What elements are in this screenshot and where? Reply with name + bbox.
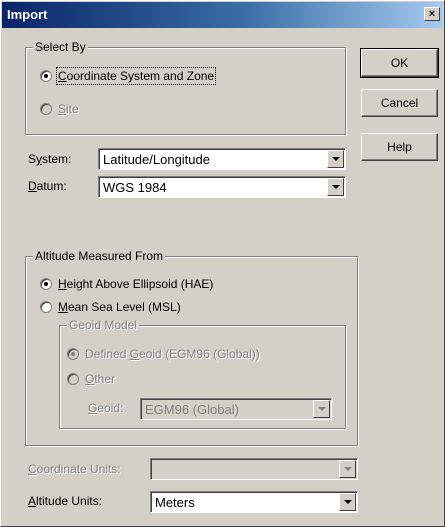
altitude-units-value: Meters — [155, 495, 195, 510]
radio-msl-label: Mean Sea Level (MSL) — [58, 300, 181, 314]
ok-button[interactable]: OK — [360, 48, 439, 78]
system-value: Latitude/Longitude — [103, 152, 210, 167]
geoid-label: Geoid: — [88, 401, 124, 415]
help-button[interactable]: Help — [361, 133, 438, 161]
datum-value: WGS 1984 — [103, 180, 167, 195]
import-dialog: Import × Select By Coordinate System and… — [0, 0, 445, 527]
close-icon: × — [428, 8, 436, 20]
radio-other-geoid[interactable]: Other — [67, 372, 115, 386]
radio-coordinate-system-label: Coordinate System and Zone — [55, 67, 217, 85]
altitude-units-select[interactable]: Meters — [150, 491, 358, 513]
chevron-down-icon[interactable] — [313, 400, 330, 418]
radio-unchecked-icon — [40, 103, 52, 115]
dialog-title: Import — [7, 7, 48, 22]
radio-checked-icon — [40, 278, 52, 290]
datum-select[interactable]: WGS 1984 — [98, 176, 346, 198]
radio-unchecked-icon — [40, 301, 52, 313]
radio-site-label: Site — [58, 102, 79, 116]
select-by-group: Select By — [25, 40, 346, 135]
radio-coordinate-system[interactable]: Coordinate System and Zone — [40, 67, 217, 85]
radio-unchecked-icon — [67, 373, 79, 385]
select-by-legend: Select By — [33, 40, 88, 54]
coordinate-units-label: Coordinate Units: — [28, 462, 121, 476]
geoid-model-legend: Geoid Model — [67, 318, 140, 332]
geoid-value: EGM96 (Global) — [145, 402, 239, 417]
system-select[interactable]: Latitude/Longitude — [98, 148, 346, 170]
radio-hae-label: Height Above Ellipsoid (HAE) — [58, 277, 214, 291]
radio-checked-icon — [67, 348, 79, 360]
radio-site[interactable]: Site — [40, 102, 79, 116]
chevron-down-icon[interactable] — [327, 150, 344, 168]
altitude-units-label: Altitude Units: — [28, 494, 103, 508]
altitude-legend: Altitude Measured From — [33, 249, 166, 263]
radio-msl[interactable]: Mean Sea Level (MSL) — [40, 300, 181, 314]
chevron-down-icon[interactable] — [339, 493, 356, 511]
cancel-button[interactable]: Cancel — [361, 89, 438, 117]
chevron-down-icon[interactable] — [339, 460, 356, 478]
system-label: System: — [28, 152, 72, 166]
radio-defined-geoid[interactable]: Defined Geoid (EGM96 (Global)) — [67, 347, 260, 361]
radio-checked-icon — [40, 70, 52, 82]
radio-defined-geoid-label: Defined Geoid (EGM96 (Global)) — [85, 347, 260, 361]
close-button[interactable]: × — [424, 7, 440, 21]
coordinate-units-select[interactable] — [150, 458, 358, 480]
datum-label: Datum: — [28, 179, 67, 193]
radio-hae[interactable]: Height Above Ellipsoid (HAE) — [40, 277, 213, 291]
geoid-select[interactable]: EGM96 (Global) — [140, 398, 332, 420]
chevron-down-icon[interactable] — [327, 178, 344, 196]
title-bar[interactable]: Import × — [2, 2, 443, 28]
radio-other-geoid-label: Other — [85, 372, 116, 386]
